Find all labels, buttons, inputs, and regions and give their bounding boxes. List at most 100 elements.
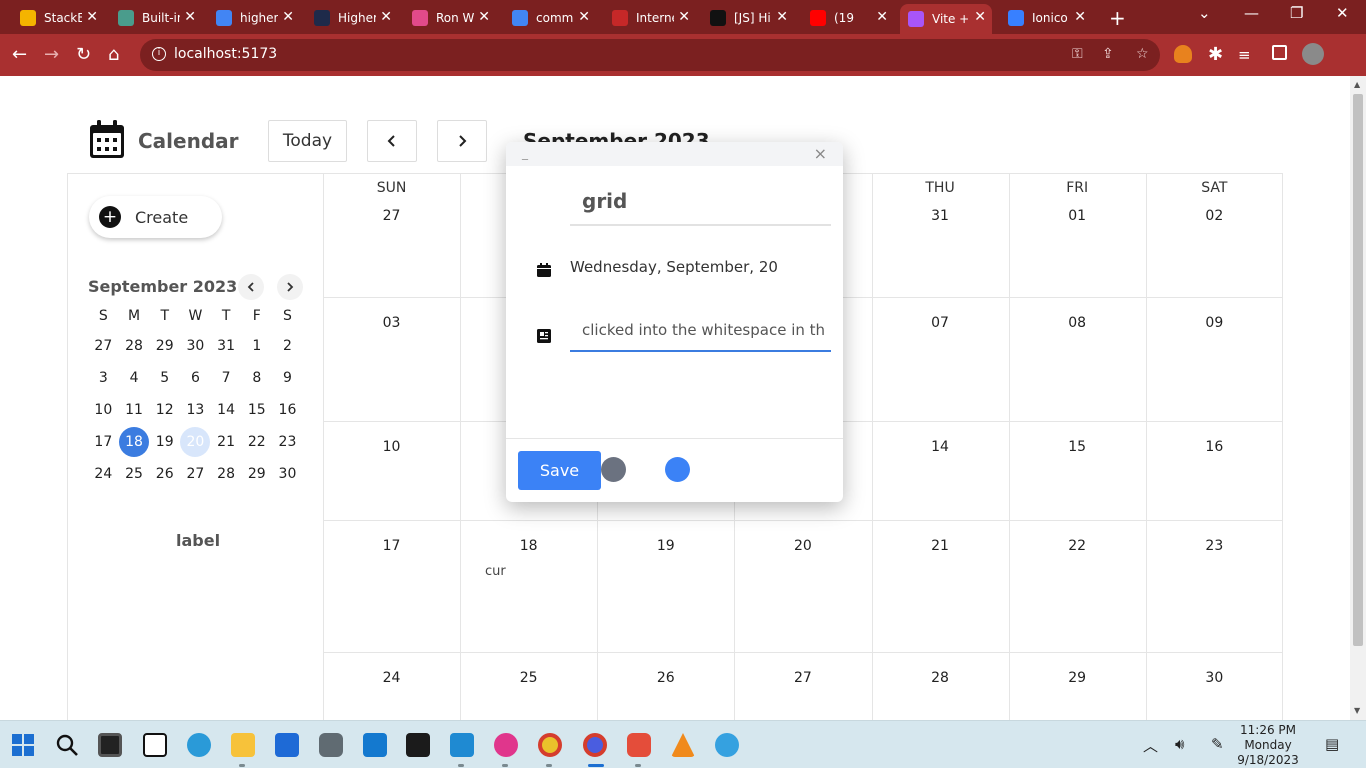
day-cell[interactable]: 07 <box>872 297 1009 421</box>
close-window-button[interactable]: ✕ <box>1336 4 1349 22</box>
day-cell[interactable]: 23 <box>1146 520 1283 652</box>
camera-icon[interactable] <box>319 733 343 757</box>
mini-day[interactable]: 24 <box>88 458 119 490</box>
browser-tab[interactable]: Higher ✕ <box>306 4 398 32</box>
browser-tab[interactable]: comm ✕ <box>504 4 596 32</box>
minimize-button[interactable]: — <box>1244 4 1259 22</box>
mini-day[interactable]: 17 <box>88 426 119 458</box>
browser-tab[interactable]: Vite + ✕ <box>900 4 992 34</box>
back-button[interactable]: ← <box>12 44 27 66</box>
day-cell[interactable]: 03 <box>323 297 460 421</box>
new-tab-button[interactable]: + <box>1109 6 1126 30</box>
pen-icon[interactable]: ✎ <box>1211 735 1224 753</box>
site-info-icon[interactable]: i <box>152 47 166 61</box>
mini-day[interactable]: 16 <box>272 394 303 426</box>
terminal-icon[interactable] <box>406 733 430 757</box>
day-cell[interactable]: 29 <box>1009 652 1146 720</box>
day-cell[interactable]: 26 <box>597 652 734 720</box>
tab-close-icon[interactable]: ✕ <box>380 9 392 25</box>
day-cell[interactable]: 08 <box>1009 297 1146 421</box>
mini-day[interactable]: 15 <box>241 394 272 426</box>
event-description-input[interactable] <box>570 310 831 352</box>
wps-office-icon[interactable] <box>494 733 518 757</box>
day-cell[interactable]: 25 <box>460 652 597 720</box>
mini-day[interactable]: 18 <box>119 426 150 458</box>
day-cell[interactable]: 15 <box>1009 421 1146 520</box>
vlc-icon[interactable] <box>671 733 695 757</box>
mini-day[interactable]: 28 <box>211 458 242 490</box>
mini-day[interactable]: 28 <box>119 330 150 362</box>
tab-close-icon[interactable]: ✕ <box>282 9 294 25</box>
mini-prev-month-button[interactable] <box>238 274 264 300</box>
browser-tab[interactable]: Interne ✕ <box>604 4 696 32</box>
day-cell[interactable]: 09 <box>1146 297 1283 421</box>
file-explorer-icon[interactable] <box>231 733 255 757</box>
mini-day[interactable]: 6 <box>180 362 211 394</box>
browser-tab[interactable]: StackEdit ✕ <box>12 4 104 32</box>
day-cell[interactable]: 30 <box>1146 652 1283 720</box>
mini-day[interactable]: 30 <box>272 458 303 490</box>
notifications-icon[interactable]: ▤ <box>1325 735 1339 753</box>
tab-close-icon[interactable]: ✕ <box>478 9 490 25</box>
day-cell[interactable]: 24 <box>323 652 460 720</box>
tab-close-icon[interactable]: ✕ <box>876 9 888 25</box>
reload-button[interactable]: ↻ <box>76 44 91 66</box>
mini-day[interactable]: 4 <box>119 362 150 394</box>
page-scrollbar[interactable]: ▲ ▼ <box>1350 76 1366 720</box>
maximize-button[interactable]: ❐ <box>1290 4 1303 22</box>
microsoft-store-icon[interactable] <box>275 733 299 757</box>
save-button[interactable]: Save <box>518 451 601 490</box>
widgets-icon[interactable] <box>143 733 167 757</box>
mini-day[interactable]: 1 <box>241 330 272 362</box>
mini-day[interactable]: 31 <box>211 330 242 362</box>
share-icon[interactable]: ⇪ <box>1102 46 1114 62</box>
mini-day[interactable]: 12 <box>149 394 180 426</box>
day-cell[interactable]: 31 <box>872 174 1009 297</box>
mini-day[interactable]: 29 <box>149 330 180 362</box>
mini-day[interactable]: 14 <box>211 394 242 426</box>
prev-month-button[interactable] <box>367 120 417 162</box>
mini-day[interactable]: 3 <box>88 362 119 394</box>
volume-icon[interactable]: 🔊︎ <box>1175 735 1184 753</box>
notes-app-icon[interactable] <box>363 733 387 757</box>
tab-close-icon[interactable]: ✕ <box>86 9 98 25</box>
tab-close-icon[interactable]: ✕ <box>1074 9 1086 25</box>
home-button[interactable]: ⌂ <box>108 44 119 66</box>
extensions-puzzle-icon[interactable]: ✱ <box>1208 44 1223 66</box>
scroll-down-arrow[interactable]: ▼ <box>1354 706 1360 715</box>
chrome-icon[interactable] <box>538 733 562 757</box>
task-view-icon[interactable] <box>98 733 122 757</box>
event-title-input[interactable] <box>570 178 831 226</box>
tab-close-icon[interactable]: ✕ <box>974 9 986 25</box>
day-cell[interactable]: 28 <box>872 652 1009 720</box>
edge-browser-icon[interactable] <box>187 733 211 757</box>
day-cell[interactable]: 10 <box>323 421 460 520</box>
modal-header[interactable]: _ × <box>506 142 843 166</box>
event-chip[interactable]: cur <box>485 564 506 579</box>
mini-day[interactable]: 9 <box>272 362 303 394</box>
day-cell[interactable]: 21 <box>872 520 1009 652</box>
mini-day[interactable]: 27 <box>88 330 119 362</box>
mini-day[interactable]: 10 <box>88 394 119 426</box>
system-clock[interactable]: 11:26 PM Monday 9/18/2023 <box>1236 723 1300 768</box>
day-cell[interactable]: 27 <box>734 652 871 720</box>
drag-handle-icon[interactable]: _ <box>522 146 528 160</box>
mini-day[interactable]: 26 <box>149 458 180 490</box>
day-cell[interactable]: 17 <box>323 520 460 652</box>
browser-tab[interactable]: higher ✕ <box>208 4 300 32</box>
day-cell[interactable]: 14 <box>872 421 1009 520</box>
address-bar[interactable]: i localhost:5173 ⚿ ⇪ ☆ <box>140 39 1160 71</box>
day-cell[interactable]: 16 <box>1146 421 1283 520</box>
create-event-button[interactable]: + Create <box>89 196 222 238</box>
mini-day[interactable]: 21 <box>211 426 242 458</box>
tray-overflow-chevron-icon[interactable]: ︿ <box>1143 735 1158 756</box>
mini-day[interactable]: 20 <box>180 426 211 458</box>
forward-button[interactable]: → <box>44 44 59 66</box>
mini-day[interactable]: 22 <box>241 426 272 458</box>
search-icon[interactable] <box>55 733 79 757</box>
day-cell[interactable]: 20 <box>734 520 871 652</box>
mini-day[interactable]: 19 <box>149 426 180 458</box>
mini-day[interactable]: 30 <box>180 330 211 362</box>
day-cell[interactable]: 19 <box>597 520 734 652</box>
profile-avatar[interactable] <box>1302 43 1324 65</box>
